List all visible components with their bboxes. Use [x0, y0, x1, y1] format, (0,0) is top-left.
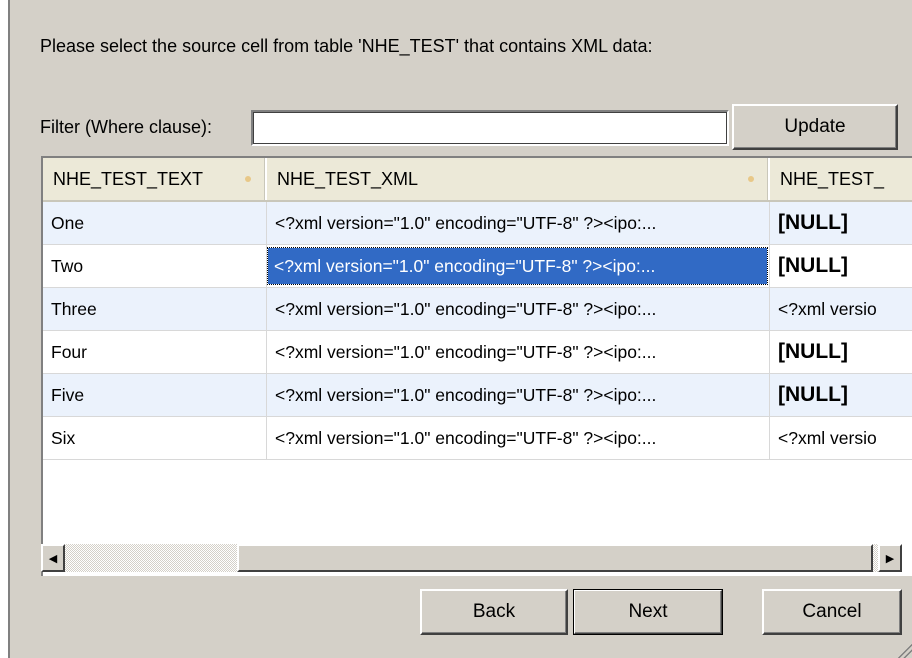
table-row[interactable]: Five <?xml version="1.0" encoding="UTF-8…	[43, 374, 912, 417]
dialog: Please select the source cell from table…	[8, 0, 912, 658]
cancel-button[interactable]: Cancel	[762, 589, 902, 635]
column-header-label: NHE_TEST_	[780, 168, 885, 189]
cell-text[interactable]: Five	[43, 374, 267, 416]
data-grid: NHE_TEST_TEXT NHE_TEST_XML NHE_TEST_ One…	[41, 156, 912, 576]
cell-xml-selected[interactable]: <?xml version="1.0" encoding="UTF-8" ?><…	[267, 245, 770, 287]
table-row[interactable]: Three <?xml version="1.0" encoding="UTF-…	[43, 288, 912, 331]
cell-xml[interactable]: <?xml version="1.0" encoding="UTF-8" ?><…	[267, 202, 770, 244]
cell-extra[interactable]: <?xml versio	[770, 288, 912, 330]
column-header-xml[interactable]: NHE_TEST_XML	[267, 158, 770, 200]
scroll-right-button[interactable]: ▶	[878, 544, 902, 572]
sort-indicator-icon	[748, 176, 754, 182]
scrollbar-thumb[interactable]	[237, 544, 873, 572]
column-header-label: NHE_TEST_XML	[277, 168, 419, 189]
cell-xml[interactable]: <?xml version="1.0" encoding="UTF-8" ?><…	[267, 331, 770, 373]
cell-extra[interactable]: [NULL]	[770, 374, 912, 416]
cell-extra[interactable]: [NULL]	[770, 245, 912, 287]
filter-label: Filter (Where clause):	[40, 117, 213, 137]
cell-xml[interactable]: <?xml version="1.0" encoding="UTF-8" ?><…	[267, 374, 770, 416]
back-button[interactable]: Back	[420, 589, 568, 635]
next-button[interactable]: Next	[573, 589, 723, 635]
table-row[interactable]: Four <?xml version="1.0" encoding="UTF-8…	[43, 331, 912, 374]
filter-input[interactable]	[251, 110, 729, 146]
column-header-extra[interactable]: NHE_TEST_	[770, 158, 912, 200]
cell-extra[interactable]: <?xml versio	[770, 417, 912, 459]
horizontal-scrollbar[interactable]: ◀ ▶	[41, 544, 902, 572]
grid-header: NHE_TEST_TEXT NHE_TEST_XML NHE_TEST_	[43, 158, 912, 202]
cell-text[interactable]: Two	[43, 245, 267, 287]
scroll-left-button[interactable]: ◀	[41, 544, 65, 572]
cell-text[interactable]: Four	[43, 331, 267, 373]
cell-xml[interactable]: <?xml version="1.0" encoding="UTF-8" ?><…	[267, 417, 770, 459]
cell-text[interactable]: One	[43, 202, 267, 244]
cell-extra[interactable]: [NULL]	[770, 331, 912, 373]
table-row[interactable]: One <?xml version="1.0" encoding="UTF-8"…	[43, 202, 912, 245]
selected-cell-value: <?xml version="1.0" encoding="UTF-8" ?><…	[267, 247, 768, 285]
resize-grip-icon[interactable]	[896, 642, 912, 658]
cell-text[interactable]: Three	[43, 288, 267, 330]
cell-xml[interactable]: <?xml version="1.0" encoding="UTF-8" ?><…	[267, 288, 770, 330]
cell-extra[interactable]: [NULL]	[770, 202, 912, 244]
table-row[interactable]: Two <?xml version="1.0" encoding="UTF-8"…	[43, 245, 912, 288]
sort-indicator-icon	[245, 176, 251, 182]
table-row[interactable]: Six <?xml version="1.0" encoding="UTF-8"…	[43, 417, 912, 460]
cell-text[interactable]: Six	[43, 417, 267, 459]
arrow-left-icon: ◀	[48, 552, 58, 565]
column-header-text[interactable]: NHE_TEST_TEXT	[43, 158, 267, 200]
instruction-text: Please select the source cell from table…	[40, 36, 653, 56]
arrow-right-icon: ▶	[885, 552, 895, 565]
update-button[interactable]: Update	[732, 104, 898, 150]
column-header-label: NHE_TEST_TEXT	[53, 168, 204, 189]
